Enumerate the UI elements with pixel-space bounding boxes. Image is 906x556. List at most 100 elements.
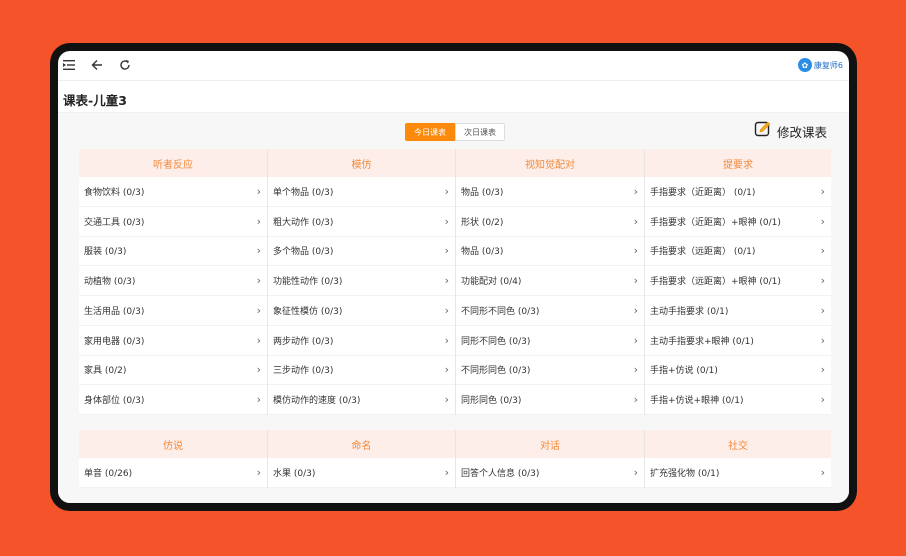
course-item[interactable]: 生活用品 (0/3) ›	[79, 296, 267, 326]
edit-schedule-button[interactable]: 修改课表	[754, 121, 827, 141]
course-item[interactable]: 扩充强化物 (0/1) ›	[645, 458, 831, 488]
course-item-label: 身体部位 (0/3)	[84, 396, 145, 407]
column-header: 仿说	[79, 430, 267, 458]
tab-next-day-schedule[interactable]: 次日课表	[455, 123, 505, 141]
course-item[interactable]: 象征性模仿 (0/3) ›	[268, 296, 455, 326]
course-item[interactable]: 不同形同色 (0/3) ›	[456, 355, 644, 386]
chevron-right-icon: ›	[444, 333, 449, 347]
chevron-right-icon: ›	[444, 465, 449, 479]
course-item-label: 手指+仿说+眼神 (0/1)	[650, 396, 744, 407]
course-item[interactable]: 身体部位 (0/3) ›	[79, 385, 267, 415]
course-item[interactable]: 手指要求（远距离） (0/1) ›	[645, 236, 831, 267]
course-item[interactable]: 三步动作 (0/3) ›	[268, 355, 455, 386]
course-item[interactable]: 功能性动作 (0/3) ›	[268, 266, 455, 296]
course-item-label: 手指+仿说 (0/1)	[650, 366, 718, 377]
arrow-left-icon[interactable]	[89, 57, 105, 73]
course-item-label: 单个物品 (0/3)	[273, 187, 334, 198]
chevron-right-icon: ›	[444, 214, 449, 228]
chevron-right-icon: ›	[256, 333, 261, 347]
course-item[interactable]: 同形不同色 (0/3) ›	[456, 325, 644, 356]
chevron-right-icon: ›	[633, 303, 638, 317]
course-item[interactable]: 食物饮料 (0/3) ›	[79, 177, 267, 207]
course-item-label: 单音 (0/26)	[84, 468, 133, 479]
chevron-right-icon: ›	[444, 303, 449, 317]
course-item[interactable]: 模仿动作的速度 (0/3) ›	[268, 385, 455, 415]
chevron-right-icon: ›	[444, 363, 449, 377]
course-item-label: 水果 (0/3)	[273, 468, 316, 479]
column-requesting: 提要求 手指要求（近距离） (0/1) › 手指要求（近距离）+眼神 (0/1) ›…	[645, 149, 831, 415]
menu-collapse-icon[interactable]	[61, 57, 77, 73]
chevron-right-icon: ›	[256, 214, 261, 228]
course-item-label: 动植物 (0/3)	[84, 277, 136, 288]
course-item[interactable]: 手指+仿说+眼神 (0/1) ›	[645, 385, 831, 415]
title-bar: 课表-儿童3	[58, 81, 849, 113]
course-item[interactable]: 不同形不同色 (0/3) ›	[456, 296, 644, 326]
course-item[interactable]: 交通工具 (0/3) ›	[79, 206, 267, 237]
column-header: 对话	[456, 430, 644, 458]
chevron-right-icon: ›	[256, 393, 261, 407]
column-header: 视知觉配对	[456, 149, 644, 177]
course-item[interactable]: 粗大动作 (0/3) ›	[268, 206, 455, 237]
column-header: 社交	[645, 430, 831, 458]
course-item[interactable]: 服装 (0/3) ›	[79, 236, 267, 267]
page-title: 课表-儿童3	[63, 93, 127, 108]
column-header: 模仿	[268, 149, 455, 177]
course-item-label: 物品 (0/3)	[461, 187, 504, 198]
course-item[interactable]: 手指要求（近距离） (0/1) ›	[645, 177, 831, 207]
course-item-label: 生活用品 (0/3)	[84, 306, 145, 317]
course-item[interactable]: 单音 (0/26) ›	[79, 458, 267, 488]
app-screen: ✿ 康复师6 课表-儿童3 今日课表 次日课表 修改课表 听者反应 食物饮料 (…	[58, 51, 849, 503]
course-item-label: 同形同色 (0/3)	[461, 396, 522, 407]
tablet-frame: ✿ 康复师6 课表-儿童3 今日课表 次日课表 修改课表 听者反应 食物饮料 (…	[50, 43, 857, 511]
course-item-label: 主动手指要求+眼神 (0/1)	[650, 336, 754, 347]
course-item[interactable]: 手指要求（远距离）+眼神 (0/1) ›	[645, 266, 831, 296]
course-item-label: 手指要求（近距离）+眼神 (0/1)	[650, 217, 781, 228]
course-item[interactable]: 家用电器 (0/3) ›	[79, 325, 267, 356]
chevron-right-icon: ›	[633, 214, 638, 228]
column-header: 命名	[268, 430, 455, 458]
course-item[interactable]: 手指+仿说 (0/1) ›	[645, 355, 831, 386]
course-item-label: 不同形不同色 (0/3)	[461, 306, 540, 317]
course-item-label: 三步动作 (0/3)	[273, 366, 334, 377]
column-header: 听者反应	[79, 149, 267, 177]
curriculum-grid-primary: 听者反应 食物饮料 (0/3) › 交通工具 (0/3) › 服装 (0/3) › 动…	[79, 149, 831, 415]
chevron-right-icon: ›	[633, 393, 638, 407]
course-item[interactable]: 单个物品 (0/3) ›	[268, 177, 455, 207]
chevron-right-icon: ›	[633, 244, 638, 258]
course-item[interactable]: 多个物品 (0/3) ›	[268, 236, 455, 267]
chevron-right-icon: ›	[633, 274, 638, 288]
course-item[interactable]: 家具 (0/2) ›	[79, 355, 267, 386]
course-item[interactable]: 水果 (0/3) ›	[268, 458, 455, 488]
column-header: 提要求	[645, 149, 831, 177]
course-item[interactable]: 主动手指要求 (0/1) ›	[645, 296, 831, 326]
course-item[interactable]: 手指要求（近距离）+眼神 (0/1) ›	[645, 206, 831, 237]
course-item[interactable]: 功能配对 (0/4) ›	[456, 266, 644, 296]
course-item-label: 家具 (0/2)	[84, 366, 127, 377]
tab-today-schedule[interactable]: 今日课表	[405, 123, 455, 141]
course-item-label: 扩充强化物 (0/1)	[650, 468, 720, 479]
course-item[interactable]: 同形同色 (0/3) ›	[456, 385, 644, 415]
chevron-right-icon: ›	[256, 244, 261, 258]
course-item[interactable]: 动植物 (0/3) ›	[79, 266, 267, 296]
chevron-right-icon: ›	[633, 184, 638, 198]
course-item[interactable]: 回答个人信息 (0/3) ›	[456, 458, 644, 488]
chevron-right-icon: ›	[633, 333, 638, 347]
column-imitation: 模仿 单个物品 (0/3) › 粗大动作 (0/3) › 多个物品 (0/3) › 功…	[268, 149, 455, 415]
course-item-label: 交通工具 (0/3)	[84, 217, 145, 228]
schedule-content: 今日课表 次日课表 修改课表 听者反应 食物饮料 (0/3) › 交通工具 (0/…	[58, 113, 849, 503]
chevron-right-icon: ›	[633, 363, 638, 377]
course-item[interactable]: 形状 (0/2) ›	[456, 206, 644, 237]
top-toolbar: ✿ 康复师6	[58, 51, 849, 81]
pencil-edit-icon	[754, 120, 772, 142]
edit-schedule-label: 修改课表	[776, 124, 827, 140]
course-item[interactable]: 两步动作 (0/3) ›	[268, 325, 455, 356]
course-item[interactable]: 主动手指要求+眼神 (0/1) ›	[645, 325, 831, 356]
refresh-icon[interactable]	[117, 57, 133, 73]
course-item[interactable]: 物品 (0/3) ›	[456, 236, 644, 267]
course-item-label: 形状 (0/2)	[461, 217, 504, 228]
course-item[interactable]: 物品 (0/3) ›	[456, 177, 644, 207]
course-item-label: 两步动作 (0/3)	[273, 336, 334, 347]
course-item-label: 食物饮料 (0/3)	[84, 187, 145, 198]
chevron-right-icon: ›	[820, 274, 825, 288]
course-item-label: 不同形同色 (0/3)	[461, 366, 531, 377]
